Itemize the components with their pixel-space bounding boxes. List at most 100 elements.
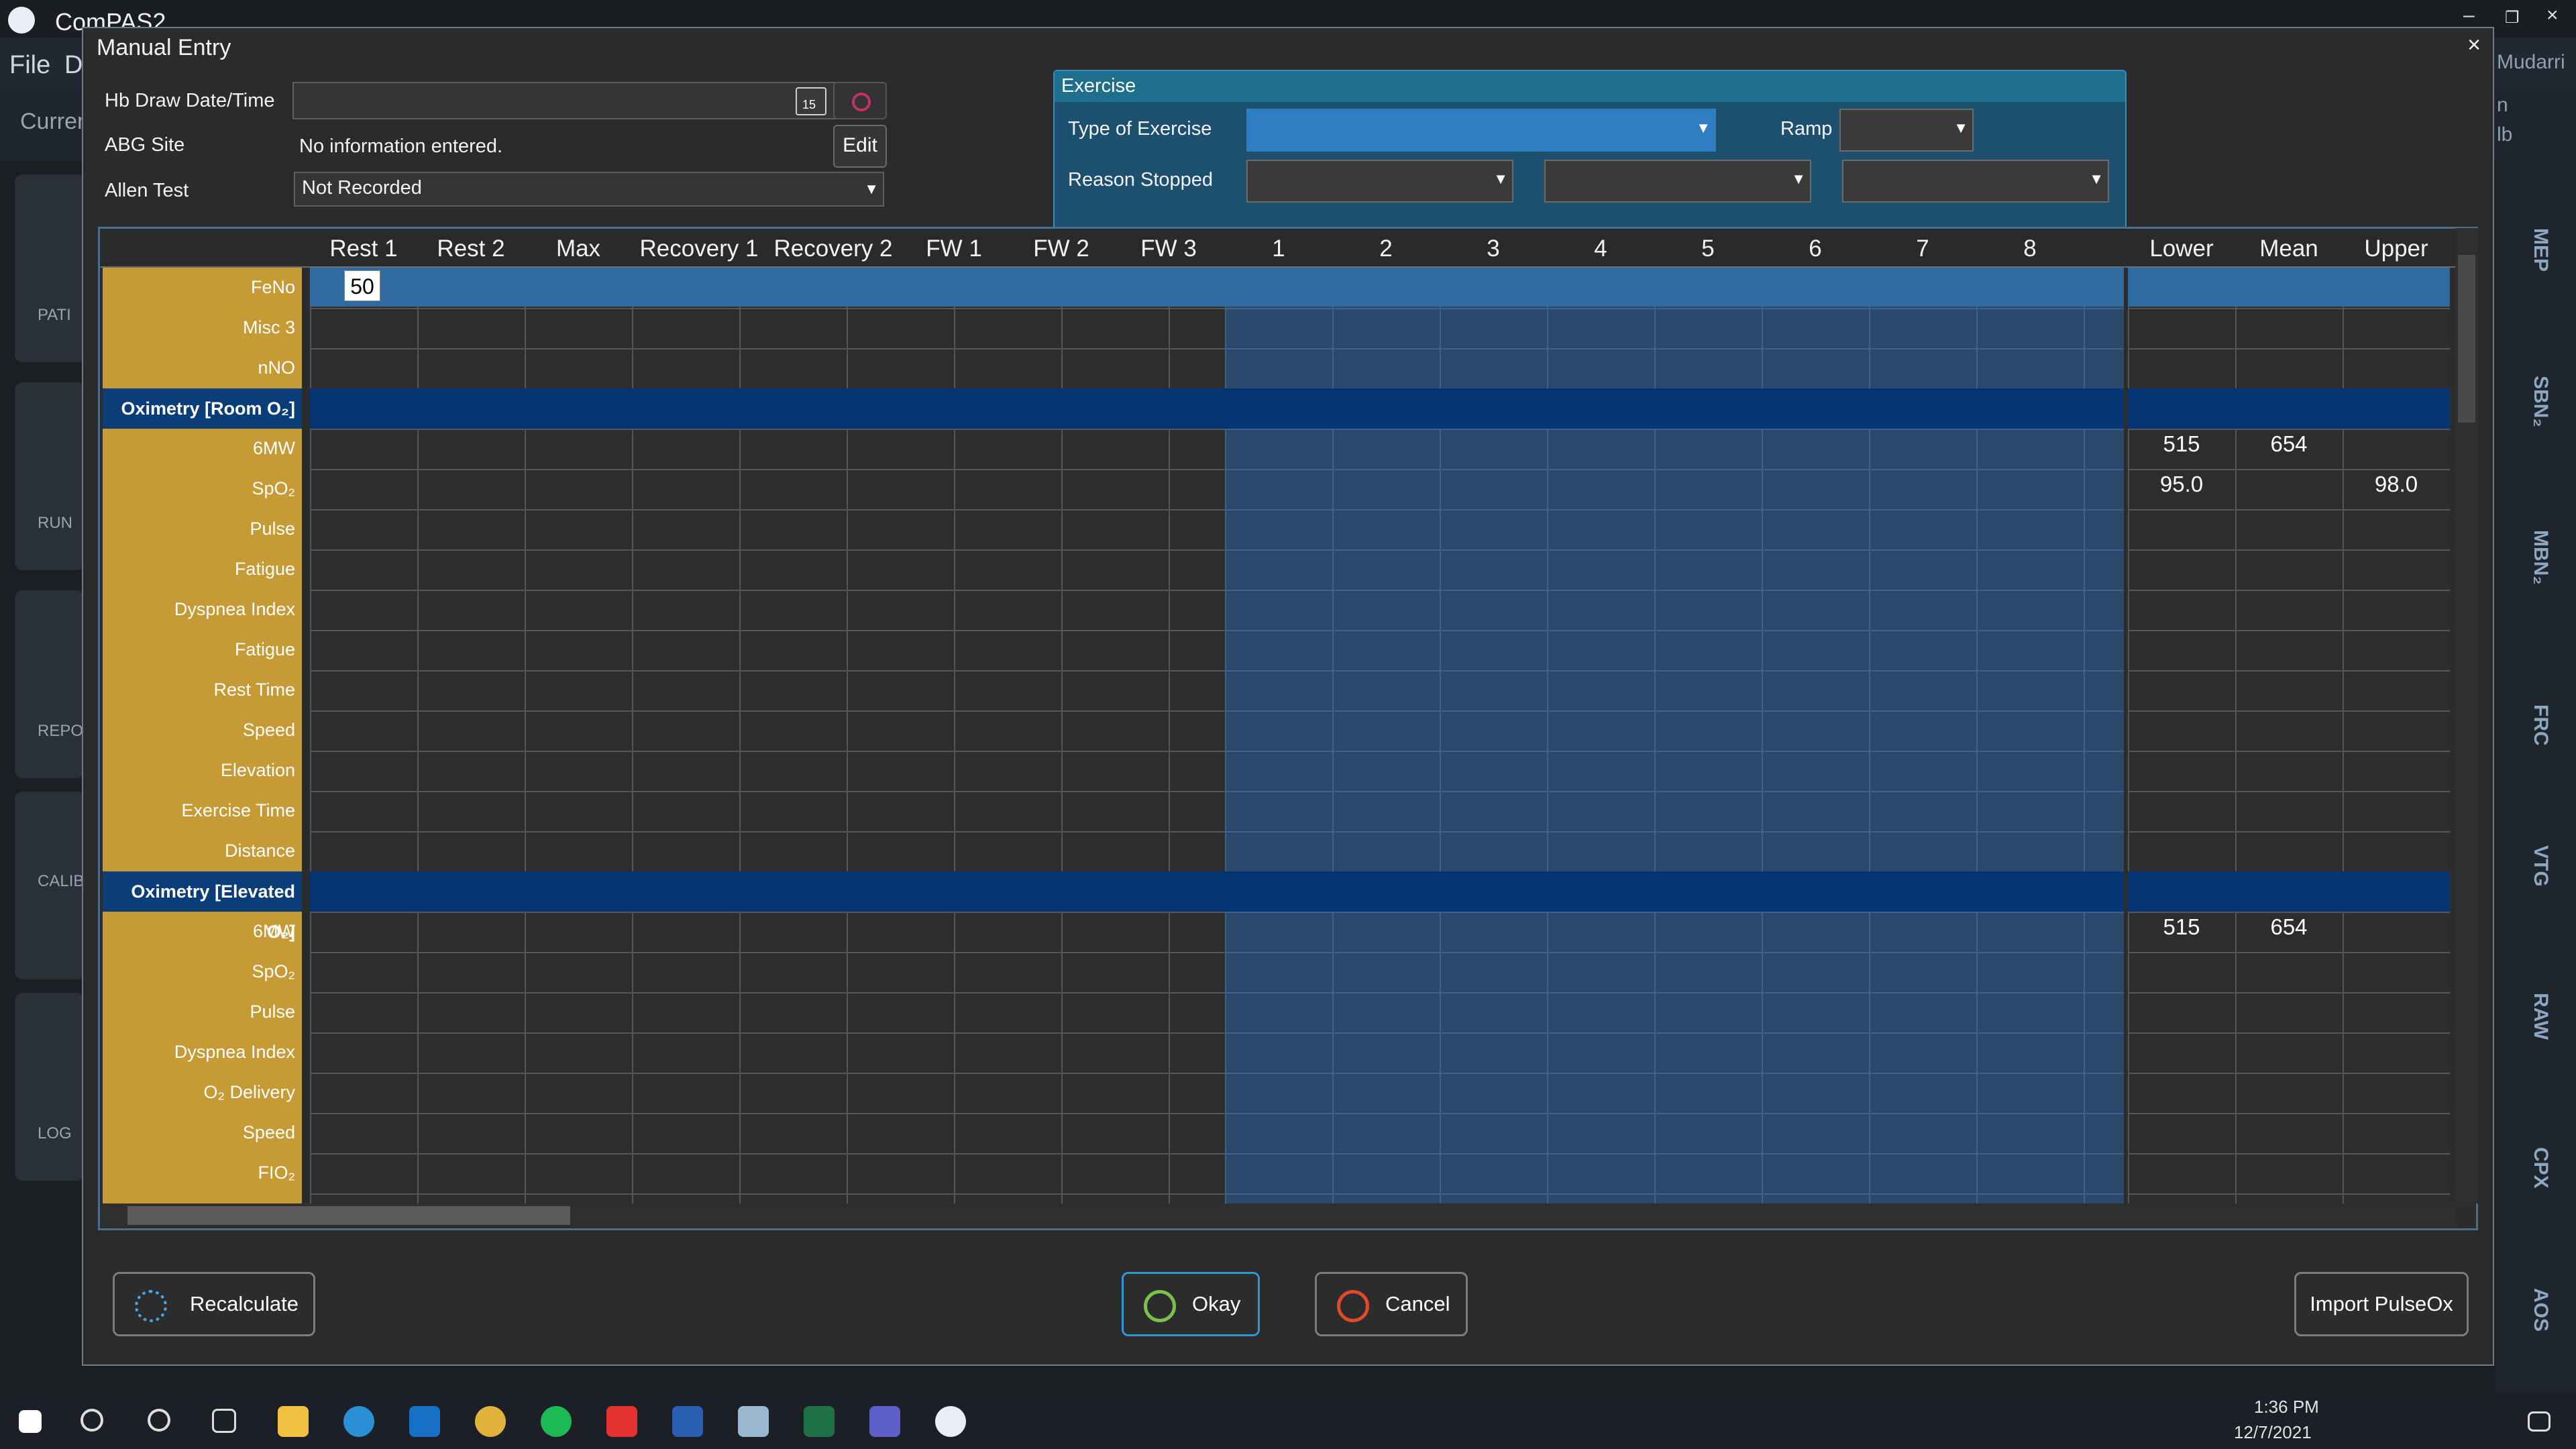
room-6mw-lower: 515 [2163, 431, 2200, 456]
cancel-button[interactable]: Cancel [1315, 1272, 1468, 1336]
allen-test-select[interactable]: Not Recorded ▼ [294, 172, 884, 207]
tab-raw[interactable]: RAW [2512, 993, 2552, 1040]
reason-stopped-select-2[interactable]: ▼ [1544, 160, 1811, 203]
menu-file[interactable]: File [9, 51, 50, 80]
word-icon[interactable] [672, 1406, 703, 1437]
clock-button[interactable] [833, 82, 887, 119]
spotify-icon[interactable] [541, 1406, 572, 1437]
compas-taskbar-icon[interactable] [935, 1406, 966, 1437]
band-room-o2-label: Oximetry [Room O₂] [103, 388, 302, 429]
start-icon[interactable] [19, 1410, 42, 1433]
feno-rest1-input[interactable]: 50 [344, 270, 380, 301]
reason-stopped-select-3[interactable]: ▼ [1842, 160, 2109, 203]
tab-sbn2[interactable]: SBN₂ [2512, 376, 2552, 427]
ramp-label: Ramp [1780, 118, 1833, 140]
col-fw-2[interactable]: FW 2 [1008, 235, 1115, 262]
window-close-icon[interactable]: × [2546, 4, 2559, 27]
app-r-icon[interactable] [606, 1406, 637, 1437]
selected-row[interactable] [310, 268, 2124, 307]
restore-icon[interactable]: ❐ [2505, 8, 2520, 28]
file-explorer-icon[interactable] [278, 1406, 309, 1437]
right-misc-2: lb [2497, 123, 2513, 146]
hb-label: Hb Draw Date/Time [105, 90, 275, 111]
type-of-exercise-select[interactable]: ▼ [1246, 109, 1716, 152]
reason-stopped-select-1[interactable]: ▼ [1246, 160, 1513, 203]
row-room-distance: Distance [224, 841, 295, 861]
ramp-select[interactable]: ▼ [1839, 109, 1974, 152]
tab-vtg[interactable]: VTG [2512, 845, 2552, 887]
nav-report[interactable]: REPO [15, 590, 85, 778]
col-6[interactable]: 6 [1762, 235, 1869, 262]
okay-label: Okay [1192, 1292, 1241, 1316]
calendar-icon[interactable]: 15 [796, 87, 826, 115]
cortana-icon[interactable] [148, 1409, 170, 1432]
notification-icon[interactable] [2528, 1411, 2551, 1432]
chrome-icon[interactable] [475, 1406, 506, 1437]
col-lower[interactable]: Lower [2128, 235, 2235, 262]
nav-run[interactable]: RUN [15, 382, 85, 570]
minimize-icon[interactable]: – [2463, 4, 2475, 27]
room-6mw-mean: 654 [2270, 431, 2308, 456]
import-pulseox-button[interactable]: Import PulseOx [2294, 1272, 2469, 1336]
nav-calibrate[interactable]: CALIB [15, 792, 85, 979]
col-fw-1[interactable]: FW 1 [900, 235, 1008, 262]
nav-patient[interactable]: PATI [15, 174, 85, 362]
refresh-icon [135, 1290, 167, 1322]
band-room-o2-ref [2128, 388, 2450, 429]
dialog-close-button[interactable]: × [2467, 32, 2481, 58]
nav-log[interactable]: LOG [15, 993, 85, 1181]
tab-mbn2[interactable]: MBN₂ [2512, 530, 2552, 585]
check-icon [1144, 1290, 1176, 1322]
tab-cpx[interactable]: CPX [2512, 1147, 2552, 1189]
col-rest-2[interactable]: Rest 2 [417, 235, 525, 262]
chevron-down-icon: ▼ [864, 180, 879, 197]
col-recovery-1[interactable]: Recovery 1 [632, 235, 766, 262]
recalculate-button[interactable]: Recalculate [113, 1272, 315, 1336]
search-icon[interactable] [80, 1409, 103, 1432]
excel-icon[interactable] [804, 1406, 835, 1437]
row-room-fatigue-2: Fatigue [234, 639, 295, 659]
col-fw-3[interactable]: FW 3 [1115, 235, 1222, 262]
nav-log-label: LOG [38, 1124, 72, 1142]
col-1[interactable]: 1 [1225, 235, 1332, 262]
col-8[interactable]: 8 [1976, 235, 2084, 262]
clock-icon [852, 93, 871, 111]
row-room-rest-time: Rest Time [213, 680, 295, 700]
manual-entry-grid: Rest 1 Rest 2 Max Recovery 1 Recovery 2 … [98, 227, 2478, 1230]
menu-d[interactable]: D [64, 51, 83, 80]
tab-frc[interactable]: FRC [2512, 704, 2552, 746]
col-max[interactable]: Max [525, 235, 632, 262]
outlook-icon[interactable] [409, 1406, 440, 1437]
col-2[interactable]: 2 [1332, 235, 1440, 262]
windows-taskbar: 1:36 PM 12/7/2021 [0, 1393, 2576, 1449]
row-room-spo2: SpO₂ [252, 478, 295, 498]
hb-datetime-field[interactable] [292, 82, 836, 119]
dialog-title: Manual Entry [97, 35, 231, 60]
edit-button[interactable]: Edit [833, 125, 887, 168]
col-recovery-2[interactable]: Recovery 2 [766, 235, 900, 262]
col-mean[interactable]: Mean [2235, 235, 2343, 262]
clock-date[interactable]: 12/7/2021 [2234, 1422, 2312, 1443]
col-7[interactable]: 7 [1869, 235, 1976, 262]
tab-mep[interactable]: MEP [2512, 228, 2552, 272]
vertical-scroll-thumb[interactable] [2458, 255, 2475, 423]
exercise-panel: Exercise Type of Exercise ▼ Ramp ▼ Reaso… [1053, 70, 2127, 243]
app-book-icon[interactable] [738, 1406, 769, 1437]
col-3[interactable]: 3 [1440, 235, 1547, 262]
band-room-o2 [310, 388, 2124, 429]
tab-aos[interactable]: AOS [2512, 1288, 2552, 1332]
col-5[interactable]: 5 [1654, 235, 1762, 262]
teams-icon[interactable] [869, 1406, 900, 1437]
col-rest-1[interactable]: Rest 1 [310, 235, 417, 262]
task-view-icon[interactable] [212, 1409, 236, 1433]
chevron-down-icon: ▼ [2089, 170, 2104, 187]
clock-time[interactable]: 1:36 PM [2254, 1397, 2319, 1417]
okay-button[interactable]: Okay [1122, 1272, 1260, 1336]
horizontal-scroll-thumb[interactable] [127, 1206, 570, 1225]
chevron-down-icon: ▼ [1696, 119, 1711, 136]
col-4[interactable]: 4 [1547, 235, 1654, 262]
grid-header: Rest 1 Rest 2 Max Recovery 1 Recovery 2 … [100, 229, 2476, 268]
col-upper[interactable]: Upper [2343, 235, 2450, 262]
row-room-6mw: 6MW [253, 438, 295, 458]
phone-app-icon[interactable] [343, 1406, 374, 1437]
